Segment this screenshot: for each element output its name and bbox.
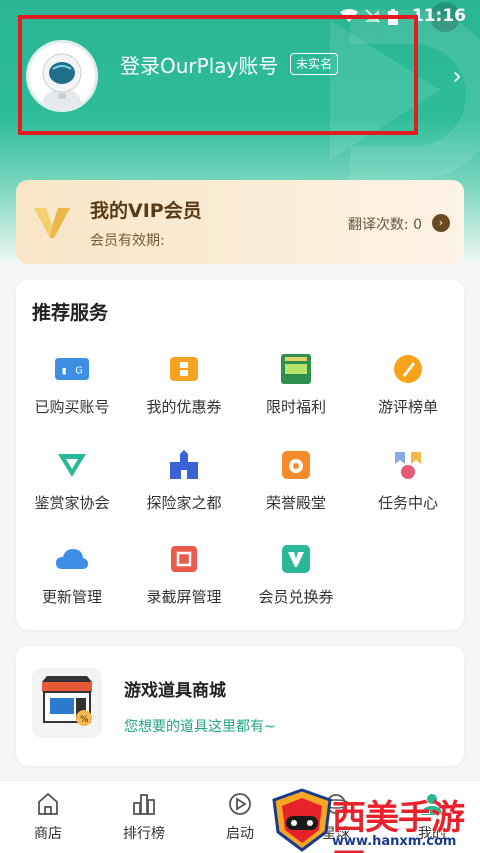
service-label: 鉴赏家协会 <box>34 494 110 512</box>
watermark-url: www.hanxm.com <box>332 834 457 849</box>
svg-text:%: % <box>80 715 89 725</box>
service-label: 探险家之都 <box>146 494 222 512</box>
service-explorer-capital[interactable]: 探险家之都 <box>128 444 240 524</box>
service-label: 荣誉殿堂 <box>265 494 326 512</box>
ranking-icon <box>131 791 157 817</box>
store-icon <box>35 791 61 817</box>
game-review-list-icon <box>391 352 425 386</box>
vip-expiry-label: 会员有效期: <box>90 233 165 249</box>
service-label: 限时福利 <box>265 398 326 416</box>
service-honor-hall[interactable]: 荣誉殿堂 <box>240 444 352 524</box>
service-update-management[interactable]: 更新管理 <box>16 538 128 618</box>
vip-title: 我的VIP会员 <box>90 200 202 222</box>
service-limited-welfare[interactable]: 限时福利 <box>240 348 352 428</box>
annotation-highlight-box <box>18 15 418 135</box>
task-center-icon <box>391 448 425 482</box>
gamepad-shield-icon <box>270 788 334 852</box>
service-my-coupons[interactable]: 我的优惠券 <box>128 348 240 428</box>
shop-title: 游戏道具商城 <box>124 681 226 701</box>
cloud-update-icon <box>55 542 89 576</box>
limited-welfare-icon <box>279 352 313 386</box>
service-task-center[interactable]: 任务中心 <box>352 444 464 524</box>
service-purchased-account[interactable]: ▮ G 已购买账号 <box>16 348 128 428</box>
recommended-services: 推荐服务 ▮ G 已购买账号 我的优惠券 限时福利 游评榜单 鉴赏家协会 探险家… <box>16 280 464 630</box>
arrow-right-icon[interactable]: › <box>432 214 450 232</box>
service-label: 更新管理 <box>41 588 102 606</box>
service-game-review-list[interactable]: 游评榜单 <box>352 348 464 428</box>
item-shop-card[interactable]: % 游戏道具商城 您想要的道具这里都有~ <box>16 646 464 766</box>
coupon-icon <box>167 352 201 386</box>
explorer-castle-icon <box>167 448 201 482</box>
status-time: 11:16 <box>411 6 466 26</box>
service-vip-voucher[interactable]: 会员兑换券 <box>240 538 352 618</box>
vip-voucher-icon <box>279 542 313 576</box>
nav-label: 排行榜 <box>123 826 165 842</box>
service-label: 录截屏管理 <box>146 588 222 606</box>
svg-text:▮: ▮ <box>62 366 67 376</box>
shop-subtitle: 您想要的道具这里都有~ <box>124 719 276 735</box>
service-label: 已购买账号 <box>34 398 110 416</box>
watermark: 西美手游网 www.hanxm.com <box>270 786 480 853</box>
launch-icon <box>227 791 253 817</box>
services-title: 推荐服务 <box>32 302 109 324</box>
translate-count: 翻译次数: 0 <box>347 217 422 233</box>
vip-logo-icon <box>32 204 72 244</box>
service-connoisseur[interactable]: 鉴赏家协会 <box>16 444 128 524</box>
nav-label: 商店 <box>34 826 62 842</box>
shop-icon: % <box>32 668 102 738</box>
service-label: 我的优惠券 <box>146 398 222 416</box>
nav-store[interactable]: 商店 <box>0 791 96 843</box>
connoisseur-icon <box>55 448 89 482</box>
chevron-right-icon[interactable]: › <box>452 62 462 90</box>
nav-ranking[interactable]: 排行榜 <box>96 791 192 843</box>
vip-card[interactable]: 我的VIP会员 会员有效期: 翻译次数: 0 › <box>16 180 464 264</box>
service-screen-record[interactable]: 录截屏管理 <box>128 538 240 618</box>
service-label: 任务中心 <box>377 494 438 512</box>
screen-record-icon <box>167 542 201 576</box>
svg-text:G: G <box>75 365 82 376</box>
service-label: 会员兑换券 <box>258 588 334 606</box>
purchased-account-icon: ▮ G <box>55 352 89 386</box>
honor-hall-icon <box>279 448 313 482</box>
service-label: 游评榜单 <box>377 398 438 416</box>
